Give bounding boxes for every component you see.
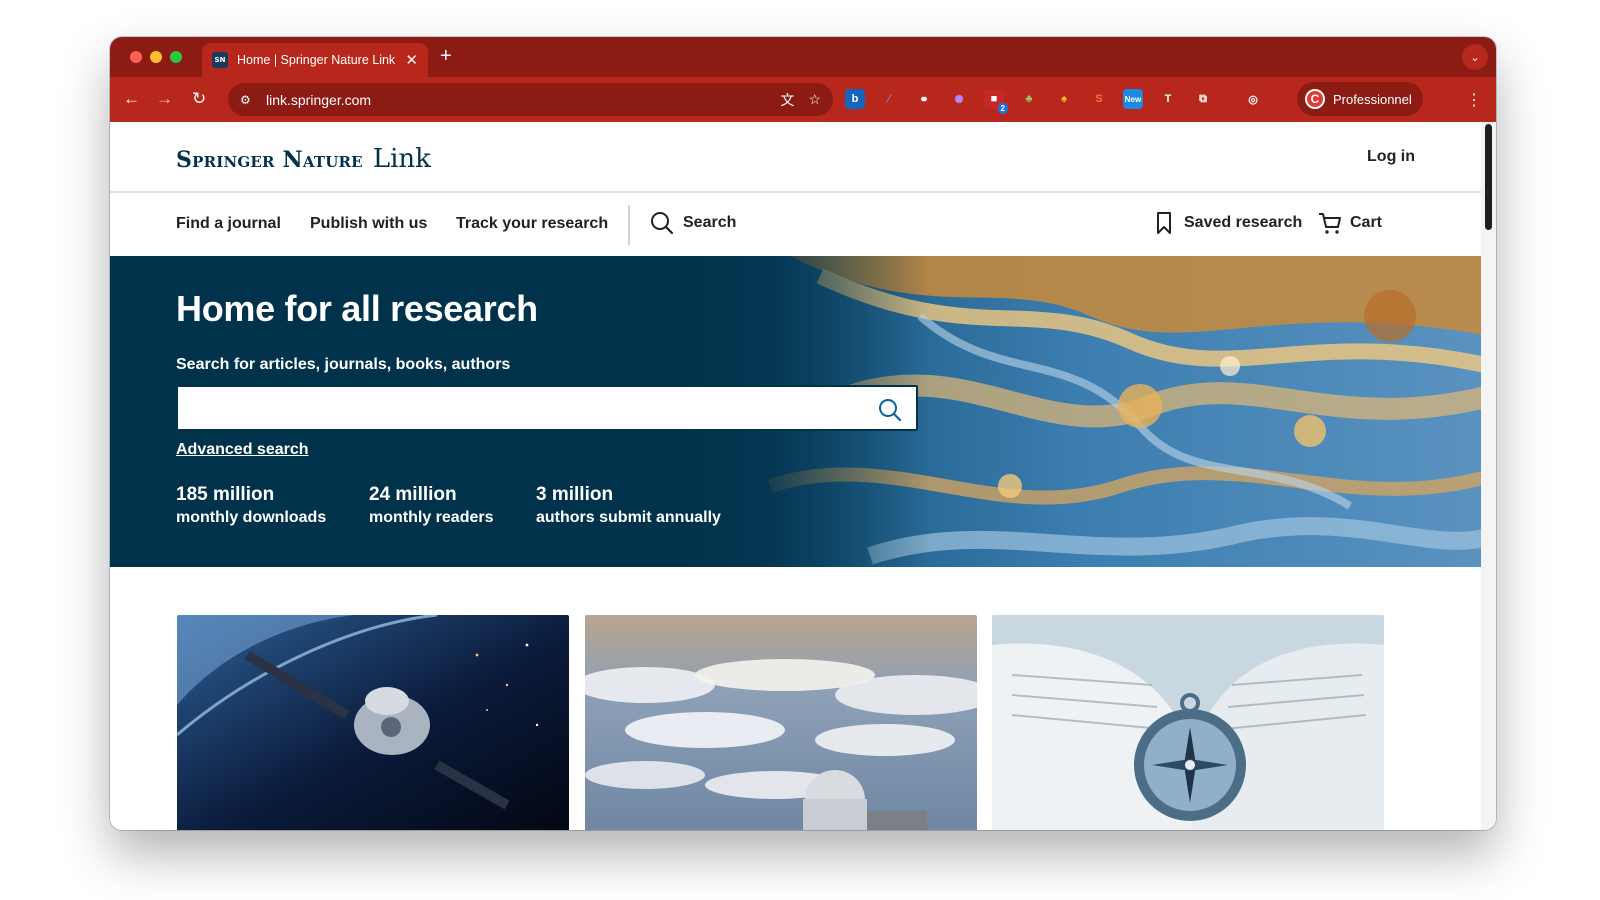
hero-search-input[interactable]	[178, 387, 868, 429]
nav-cart[interactable]: Cart	[1318, 211, 1382, 235]
stat-number: 24 million	[369, 484, 457, 505]
brand-link: Link	[372, 144, 431, 174]
back-button[interactable]: ←	[123, 89, 140, 109]
search-icon	[651, 212, 674, 235]
nav-saved-label: Saved research	[1184, 214, 1303, 231]
stat-downloads: 185 million monthly downloads	[176, 484, 326, 527]
translate-icon[interactable]: 文	[780, 90, 794, 110]
nav-cart-label: Cart	[1350, 214, 1383, 231]
search-submit-icon[interactable]	[878, 398, 902, 422]
tab-title: Home | Springer Nature Link	[237, 53, 396, 67]
card-observatory[interactable]	[585, 615, 977, 830]
stat-number: 185 million	[176, 484, 275, 505]
scrollbar-thumb[interactable]	[1485, 124, 1492, 230]
profile-avatar: C	[1305, 89, 1325, 109]
browser-window: SN Home | Springer Nature Link ✕ + ⌄ ← →…	[110, 37, 1496, 830]
web-page: Springer Nature Link Log in Find a journ…	[110, 122, 1481, 830]
extension-badge-icon[interactable]: ■ 2	[984, 89, 1008, 114]
nav-search-button[interactable]: Search	[650, 211, 736, 235]
hero-search-box[interactable]	[176, 385, 918, 431]
stat-number: 3 million	[536, 484, 614, 505]
cart-icon	[1319, 213, 1341, 234]
stat-label: authors submit annually	[536, 509, 721, 526]
profile-name: Professionnel	[1333, 91, 1412, 107]
close-tab-icon[interactable]: ✕	[405, 51, 418, 69]
stat-readers: 24 million monthly readers	[369, 484, 493, 527]
hero-search-label: Search for articles, journals, books, au…	[176, 356, 511, 373]
extension-gear-icon[interactable]: ✺	[949, 89, 969, 109]
compass-book-image	[992, 615, 1384, 830]
login-link[interactable]: Log in	[1367, 148, 1415, 166]
observatory-clouds-image	[585, 615, 977, 830]
extension-new-icon[interactable]: New	[1123, 89, 1143, 109]
bookmark-icon	[1157, 212, 1171, 234]
bookmark-star-icon[interactable]: ☆	[808, 91, 821, 108]
stat-authors: 3 million authors submit annually	[536, 484, 721, 527]
extension-b-icon[interactable]: b	[845, 89, 865, 109]
reload-button[interactable]: ↻	[192, 89, 206, 109]
active-tab[interactable]: SN Home | Springer Nature Link ✕	[202, 43, 428, 77]
browser-menu-icon[interactable]: ⋮	[1466, 90, 1482, 110]
site-settings-icon[interactable]: ⚙	[240, 93, 256, 107]
hero-banner: Home for all research Search for article…	[110, 256, 1481, 567]
nav-divider	[628, 205, 630, 245]
close-window-button[interactable]	[130, 51, 142, 63]
maximize-window-button[interactable]	[170, 51, 182, 63]
springer-favicon-icon: SN	[212, 52, 228, 68]
extension-translate-icon[interactable]: T	[1158, 89, 1178, 109]
extension-link-icon[interactable]: ⚭	[914, 89, 934, 109]
extension-seo-icon[interactable]: S	[1089, 89, 1109, 109]
nav-publish[interactable]: Publish with us	[310, 215, 427, 233]
card-spacecraft[interactable]	[177, 615, 569, 830]
extension-puzzle-color-icon[interactable]: ♠	[1054, 89, 1074, 109]
profile-button[interactable]: C Professionnel	[1297, 82, 1423, 116]
tab-search-button[interactable]: ⌄	[1462, 44, 1488, 70]
hero-title: Home for all research	[176, 288, 538, 329]
nav-search-label: Search	[683, 214, 737, 231]
stat-label: monthly readers	[369, 509, 494, 526]
new-tab-button[interactable]: +	[440, 45, 452, 67]
nav-find-journal[interactable]: Find a journal	[176, 215, 281, 233]
site-nav: Find a journal Publish with us Track you…	[110, 193, 1481, 256]
nav-track-research[interactable]: Track your research	[456, 215, 608, 233]
card-compass[interactable]	[992, 615, 1384, 830]
browser-toolbar: ← → ↻ ⚙ link.springer.com 文 ☆ b ⁄ ⚭ ✺ ■ 2…	[110, 77, 1496, 122]
spacecraft-orbit-image	[177, 615, 569, 830]
site-header: Springer Nature Link Log in	[110, 122, 1481, 193]
springer-nature-link-logo[interactable]: Springer Nature Link	[176, 144, 431, 174]
tab-strip: SN Home | Springer Nature Link ✕ + ⌄	[110, 37, 1496, 77]
screenshot-icon[interactable]: ◎	[1243, 89, 1263, 109]
extension-leaf-icon[interactable]: ♣	[1019, 89, 1039, 109]
minimize-window-button[interactable]	[150, 51, 162, 63]
advanced-search-link[interactable]: Advanced search	[176, 441, 309, 459]
stat-label: monthly downloads	[176, 509, 327, 526]
extensions-puzzle-icon[interactable]: ⧉	[1193, 89, 1213, 109]
forward-button[interactable]: →	[156, 89, 173, 109]
url-text[interactable]: link.springer.com	[266, 92, 766, 108]
page-scrollbar[interactable]	[1481, 122, 1496, 830]
address-bar[interactable]: ⚙ link.springer.com 文 ☆	[228, 83, 833, 116]
extension-pen-icon[interactable]: ⁄	[879, 89, 899, 109]
brand-main: Springer Nature	[176, 147, 363, 173]
nav-saved-research[interactable]: Saved research	[1156, 211, 1302, 235]
